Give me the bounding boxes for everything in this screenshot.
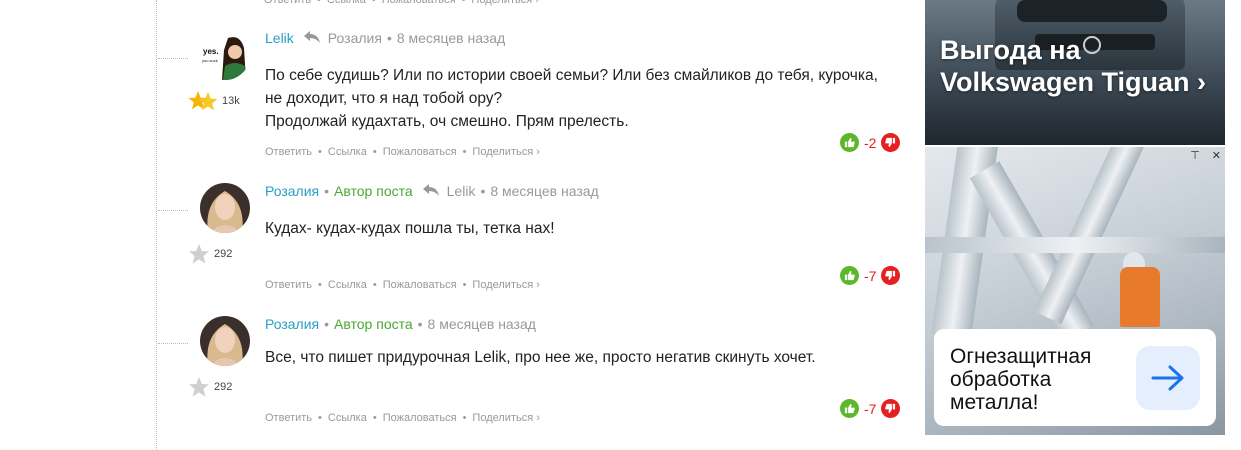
reply-to-name[interactable]: Lelik [447, 183, 476, 199]
thumbs-up-icon [844, 270, 855, 281]
link-link[interactable]: Ссылка [328, 146, 367, 158]
dislike-button[interactable] [881, 399, 901, 418]
avatar[interactable] [200, 316, 250, 366]
like-button[interactable] [840, 133, 859, 152]
thread-branch [158, 343, 188, 344]
close-icon[interactable]: ✕ [1212, 149, 1221, 162]
dislike-button[interactable] [881, 266, 901, 285]
complain-link[interactable]: Пожаловаться [383, 146, 457, 158]
complain-link[interactable]: Пожаловаться [382, 0, 456, 6]
link-link[interactable]: Ссылка [327, 0, 366, 6]
comment-text-line: не доходит, что я над тобой ору? [265, 90, 503, 107]
user-rating: 13k [188, 90, 240, 112]
comment-actions: Ответить • Ссылка • Пожаловаться • Поделиться … [265, 146, 540, 158]
avatar-image: yes. you suck [200, 30, 250, 80]
like-button[interactable] [840, 266, 859, 285]
share-link[interactable]: Поделиться › [472, 412, 539, 424]
ad-info-icon[interactable]: ⊤ [1190, 149, 1200, 162]
reply-link[interactable]: Ответить [265, 146, 312, 158]
gold-stars-icon [188, 91, 218, 111]
author-badge: Автор поста [334, 316, 413, 332]
thumbs-up-icon [844, 403, 855, 414]
user-rating: 292 [188, 376, 232, 398]
avatar-image [200, 316, 250, 366]
link-link[interactable]: Ссылка [328, 412, 367, 424]
avatar-caption: yes. [203, 47, 219, 56]
avatar[interactable] [200, 183, 250, 233]
comment-actions: Ответить • Ссылка • Пожаловаться • Поделиться … [265, 279, 540, 291]
avatar-image [200, 183, 250, 233]
avatar[interactable]: yes. you suck [200, 30, 250, 80]
dislike-button[interactable] [881, 133, 901, 152]
rating-value: 292 [214, 381, 233, 393]
avatar-caption-small: you suck [202, 58, 218, 63]
thread-branch [158, 58, 188, 59]
author-badge: Автор поста [334, 183, 413, 199]
comment-text-line: По себе судишь? Или по истории своей сем… [265, 67, 878, 84]
comment-score: -2 [864, 134, 877, 151]
comment-actions: Ответить • Ссылка • Пожаловаться • Поделиться … [265, 412, 540, 424]
arrow-right-icon [1151, 365, 1184, 391]
rating-value: 292 [214, 248, 233, 260]
comment-score: -7 [864, 267, 877, 284]
thumbs-down-icon [885, 270, 896, 281]
reply-link[interactable]: Ответить [265, 412, 312, 424]
comment-time[interactable]: 8 месяцев назад [397, 30, 505, 46]
comment-author[interactable]: Lelik [265, 30, 294, 46]
comment-meta: Розалия • Автор поста Lelik • 8 месяцев … [265, 183, 599, 199]
grey-star-icon [189, 244, 209, 264]
comment-score: -7 [864, 400, 877, 417]
ad-arrow-button[interactable] [1136, 346, 1200, 410]
thread-line [156, 0, 157, 450]
ad-card[interactable]: Огнезащитная обработка металла! [934, 329, 1216, 426]
ad-headline: Выгода на Volkswagen Tiguan › [940, 35, 1207, 97]
user-rating: 292 [188, 243, 232, 265]
thumbs-down-icon [885, 403, 896, 414]
rating-value: 13k [222, 95, 240, 107]
link-link[interactable]: Ссылка [328, 279, 367, 291]
grey-star-icon [189, 377, 209, 397]
comment-time[interactable]: 8 месяцев назад [428, 316, 536, 332]
ad-card-text: Огнезащитная обработка металла! [950, 345, 1092, 414]
complain-link[interactable]: Пожаловаться [383, 412, 457, 424]
vote-controls: -7 [840, 399, 901, 418]
reply-to-name[interactable]: Розалия [328, 30, 382, 46]
share-link[interactable]: Поделиться › [471, 0, 538, 6]
comment-text-line: Все, что пишет придурочная Lelik, про не… [265, 349, 816, 366]
comment-text: По себе судишь? Или по истории своей сем… [265, 64, 878, 133]
share-link[interactable]: Поделиться › [472, 279, 539, 291]
share-link[interactable]: Поделиться › [472, 146, 539, 158]
comment-text: Кудах- кудах-кудах пошла ты, тетка нах! [265, 217, 555, 240]
complain-link[interactable]: Пожаловаться [383, 279, 457, 291]
reply-link[interactable]: Ответить [265, 279, 312, 291]
vote-controls: -7 [840, 266, 901, 285]
comment-time[interactable]: 8 месяцев назад [490, 183, 598, 199]
comment-text-line: Продолжай кудахтать, оч смешно. Прям пре… [265, 113, 629, 130]
comment-author[interactable]: Розалия [265, 316, 319, 332]
thread-branch [158, 210, 188, 211]
comment-text-line: Кудах- кудах-кудах пошла ты, тетка нах! [265, 220, 555, 237]
reply-arrow-icon [303, 30, 320, 46]
comment-meta: Розалия • Автор поста • 8 месяцев назад [265, 316, 536, 332]
comment-meta: Lelik Розалия • 8 месяцев назад [265, 30, 506, 46]
thumbs-up-icon [844, 137, 855, 148]
comment-author[interactable]: Розалия [265, 183, 319, 199]
previous-comment-actions: Ответить • Ссылка • Пожаловаться • Поделиться … [264, 0, 539, 6]
like-button[interactable] [840, 399, 859, 418]
comment-text: Все, что пишет придурочная Lelik, про не… [265, 346, 816, 369]
thumbs-down-icon [885, 137, 896, 148]
ad-controls: ⊤ ✕ [1190, 149, 1221, 162]
reply-link[interactable]: Ответить [264, 0, 311, 6]
ad-banner-fireproofing[interactable]: ⊤ ✕ Огнезащитная обработка металла! [925, 147, 1225, 435]
ad-banner-volkswagen[interactable]: Выгода на Volkswagen Tiguan › [925, 0, 1225, 145]
reply-arrow-icon [422, 183, 439, 199]
vote-controls: -2 [840, 133, 901, 152]
